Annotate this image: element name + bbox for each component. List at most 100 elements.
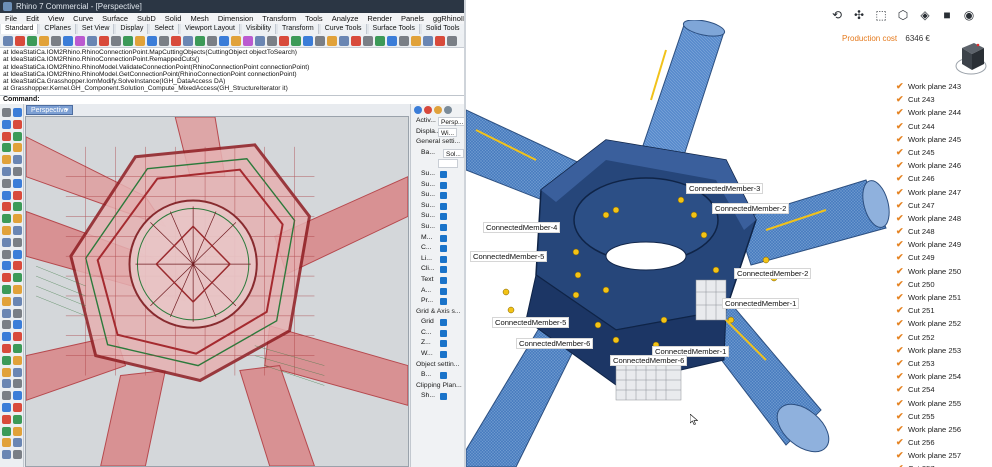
side-tool-icon[interactable] [13,261,22,271]
toolbar-tool-icon[interactable] [135,36,145,46]
toolbar-tool-icon[interactable] [399,36,409,46]
operation-item[interactable]: ✔ Cut 255 [892,410,992,423]
side-tool-icon[interactable] [13,379,22,389]
toolbar-tool-icon[interactable] [411,36,421,46]
toolbar-tool-icon[interactable] [279,36,289,46]
toolbar-tab-standard[interactable]: Standard [1,24,39,34]
side-tool-icon[interactable] [13,391,22,401]
member-label[interactable]: ConnectedMember-3 [686,183,764,194]
display-setting-checkbox[interactable] [440,245,447,253]
side-tool-icon[interactable] [2,249,11,259]
member-label[interactable]: ConnectedMember-6 [610,355,688,366]
side-tool-icon[interactable] [13,190,22,200]
operation-item[interactable]: ✔ Work plane 249 [892,238,992,251]
cube-dark-icon[interactable]: ■ [940,8,954,22]
operation-item[interactable]: ✔ Cut 247 [892,199,992,212]
side-tool-icon[interactable] [13,308,22,318]
toolbar-tool-icon[interactable] [219,36,229,46]
side-tool-icon[interactable] [2,379,11,389]
operation-item[interactable]: ✔ Work plane 246 [892,159,992,172]
side-tool-icon[interactable] [13,155,22,165]
side-tool-icon[interactable] [2,332,11,342]
side-tool-icon[interactable] [13,426,22,436]
toolbar-tool-icon[interactable] [183,36,193,46]
operation-item[interactable]: ✔ Cut 250 [892,278,992,291]
menu-item-render[interactable]: Render [367,13,392,24]
display-setting-checkbox[interactable] [440,192,447,200]
menu-item-edit[interactable]: Edit [26,13,39,24]
operation-item[interactable]: ✔ Work plane 245 [892,133,992,146]
menu-item-ggrhinoifc[interactable]: ggRhinoIFC [433,13,464,24]
side-tool-icon[interactable] [2,344,11,353]
toolbar-tool-icon[interactable] [63,36,73,46]
object-settings-header[interactable]: Object settin... [411,360,464,371]
menu-item-transform[interactable]: Transform [262,13,296,24]
side-tool-icon[interactable] [13,355,22,365]
toolbar-tool-icon[interactable] [147,36,157,46]
3d-model-view[interactable] [466,20,890,467]
side-tool-icon[interactable] [2,261,11,271]
side-tool-icon[interactable] [2,450,11,460]
toolbar-tool-icon[interactable] [339,36,349,46]
clipping-planes-header[interactable]: Clipping Plan... [411,381,464,392]
toolbar-tool-icon[interactable] [351,36,361,46]
toolbar-tool-icon[interactable] [159,36,169,46]
side-tool-icon[interactable] [2,414,11,424]
display-setting-checkbox[interactable] [440,266,447,274]
operation-item[interactable]: ✔ Work plane 250 [892,265,992,278]
side-tool-icon[interactable] [13,226,22,235]
side-tool-icon[interactable] [2,143,11,153]
side-tool-icon[interactable] [2,285,11,294]
toolbar-tab-set-view[interactable]: Set View [77,24,115,34]
toolbar-tool-icon[interactable] [315,36,325,46]
side-tool-icon[interactable] [2,155,11,165]
toolbar-tool-icon[interactable] [447,36,457,46]
toolbar-tab-display[interactable]: Display [116,24,149,34]
operation-item[interactable]: ✔ Work plane 244 [892,106,992,119]
display-tab-icon[interactable] [434,106,442,114]
toolbar-tab-curve-tools[interactable]: Curve Tools [320,24,367,34]
side-tool-icon[interactable] [13,178,22,188]
side-tool-icon[interactable] [13,450,22,460]
grid-setting-checkbox[interactable] [440,329,447,337]
operation-item[interactable]: ✔ Work plane 256 [892,423,992,436]
layers-tab-icon[interactable] [424,106,432,114]
member-label[interactable]: ConnectedMember-2 [734,268,812,279]
toolbar-tool-icon[interactable] [423,36,433,46]
side-tool-icon[interactable] [2,226,11,235]
toolbar-tool-icon[interactable] [75,36,85,46]
background-color-swatch[interactable] [438,159,458,169]
operation-item[interactable]: ✔ Cut 243 [892,93,992,106]
operation-item[interactable]: ✔ Work plane 255 [892,397,992,410]
toolbar-tool-icon[interactable] [111,36,121,46]
navigation-cube-icon[interactable] [954,40,988,76]
menu-item-view[interactable]: View [48,13,64,24]
side-tool-icon[interactable] [13,403,22,412]
operation-item[interactable]: ✔ Cut 251 [892,304,992,317]
operation-item[interactable]: ✔ Work plane 254 [892,370,992,383]
side-tool-icon[interactable] [2,391,11,401]
side-tool-icon[interactable] [13,119,22,129]
side-tool-icon[interactable] [2,367,11,377]
menu-item-subd[interactable]: SubD [137,13,156,24]
display-setting-checkbox[interactable] [440,213,447,221]
toolbar-tool-icon[interactable] [51,36,61,46]
side-tool-icon[interactable] [2,273,11,283]
property-value[interactable]: Wi... [438,127,457,137]
operation-item[interactable]: ✔ Work plane 251 [892,291,992,304]
side-tool-icon[interactable] [2,308,11,318]
toolbar-tool-icon[interactable] [99,36,109,46]
side-tool-icon[interactable] [2,355,11,365]
member-label[interactable]: ConnectedMember-1 [722,298,800,309]
side-tool-icon[interactable] [13,285,22,294]
grid-setting-checkbox[interactable] [440,340,447,348]
side-tool-icon[interactable] [2,320,11,330]
operation-item[interactable]: ✔ Cut 246 [892,172,992,185]
side-tool-icon[interactable] [13,344,22,353]
menu-item-mesh[interactable]: Mesh [190,13,208,24]
operation-item[interactable]: ✔ Cut 249 [892,251,992,264]
viewport-menu-chevron-icon[interactable]: ▾ [65,106,69,114]
toolbar-tab-visibility[interactable]: Visibility [241,24,277,34]
toolbar-tool-icon[interactable] [123,36,133,46]
menu-item-file[interactable]: File [5,13,17,24]
